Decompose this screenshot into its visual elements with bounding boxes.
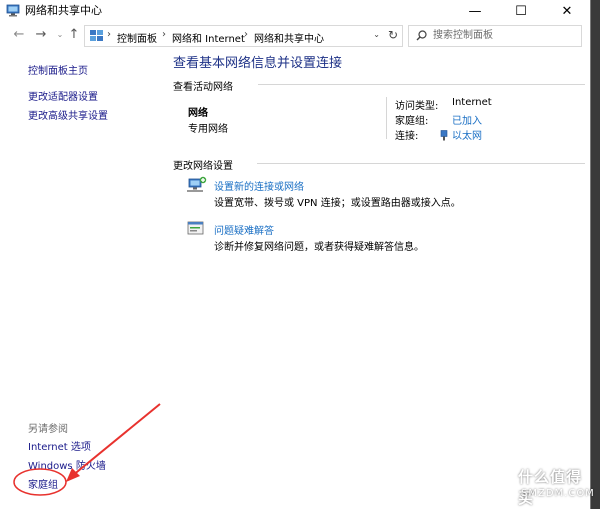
close-button[interactable]: ✕	[544, 0, 590, 22]
breadcrumb-separator-icon: ›	[107, 29, 111, 40]
troubleshoot-problems-desc: 诊断并修复网络问题，或者获得疑难解答信息。	[214, 242, 424, 253]
windows-firewall-link[interactable]: Windows 防火墙	[28, 457, 106, 472]
setup-new-connection-desc: 设置宽带、拨号或 VPN 连接；或设置路由器或接入点。	[214, 198, 461, 209]
title-bar[interactable]: 网络和共享中心 — ☐ ✕	[0, 0, 590, 22]
breadcrumb-separator-icon: ›	[162, 29, 166, 40]
section-divider	[257, 163, 585, 164]
new-connection-icon	[187, 176, 207, 192]
vertical-divider	[386, 97, 387, 139]
ethernet-label: 以太网	[452, 131, 482, 142]
forward-arrow-icon[interactable]: →	[33, 27, 49, 43]
desktop-background	[591, 0, 600, 509]
window-title: 网络和共享中心	[25, 4, 102, 17]
troubleshoot-icon	[187, 221, 204, 235]
internet-options-link[interactable]: Internet 选项	[28, 438, 91, 453]
breadcrumb-network-sharing-center[interactable]: 网络和共享中心	[254, 30, 324, 45]
control-panel-home-link[interactable]: 控制面板主页	[28, 62, 88, 77]
search-icon	[416, 30, 427, 41]
homegroup-label: 家庭组:	[395, 116, 429, 127]
connections-label: 连接:	[395, 131, 419, 142]
address-dropdown-icon[interactable]: ⌄	[373, 30, 380, 39]
network-type-link[interactable]: 专用网络	[188, 120, 228, 135]
ethernet-icon	[440, 130, 448, 141]
refresh-icon[interactable]: ↻	[388, 28, 398, 42]
maximize-button[interactable]: ☐	[498, 0, 544, 22]
address-bar[interactable]: › 控制面板 › 网络和 Internet › 网络和共享中心 ⌄ ↻	[84, 25, 403, 47]
page-title: 查看基本网络信息并设置连接	[173, 56, 343, 71]
see-also-label: 另请参阅	[28, 424, 68, 435]
left-pane: 控制面板主页 更改适配器设置 更改高级共享设置 另请参阅 Internet 选项…	[0, 50, 160, 509]
ethernet-connection-link[interactable]: 以太网	[440, 127, 482, 142]
change-advanced-sharing-link[interactable]: 更改高级共享设置	[28, 107, 108, 122]
homegroup-link[interactable]: 家庭组	[28, 476, 58, 491]
active-networks-label: 查看活动网络	[173, 82, 233, 93]
address-toolbar: ← → ⌄ ↑ › 控制面板 › 网络和 Internet › 网络和共享中心 …	[0, 24, 590, 48]
network-name: 网络	[188, 108, 208, 119]
homegroup-joined-link[interactable]: 已加入	[452, 112, 482, 127]
breadcrumb-network-internet[interactable]: 网络和 Internet	[172, 30, 245, 45]
main-pane: 查看基本网络信息并设置连接 查看活动网络 网络 专用网络 访问类型: Inter…	[173, 50, 590, 509]
up-arrow-icon[interactable]: ↑	[66, 27, 82, 43]
breadcrumb-control-panel[interactable]: 控制面板	[117, 30, 157, 45]
back-arrow-icon[interactable]: ←	[11, 27, 27, 43]
change-settings-label: 更改网络设置	[173, 161, 233, 172]
network-center-icon	[6, 4, 20, 17]
troubleshoot-problems-link[interactable]: 问题疑难解答	[214, 222, 274, 237]
section-divider	[258, 84, 585, 85]
control-panel-icon	[90, 30, 103, 41]
change-adapter-settings-link[interactable]: 更改适配器设置	[28, 88, 98, 103]
minimize-button[interactable]: —	[452, 0, 498, 22]
network-sharing-center-window: 网络和共享中心 — ☐ ✕ ← → ⌄ ↑ › 控制面板 › 网络和 Inter…	[0, 0, 591, 509]
setup-new-connection-link[interactable]: 设置新的连接或网络	[214, 178, 304, 193]
access-type-value: Internet	[452, 97, 492, 108]
search-input[interactable]	[433, 27, 573, 43]
access-type-label: 访问类型:	[395, 101, 439, 112]
search-box[interactable]	[408, 25, 582, 47]
breadcrumb-separator-icon: ›	[244, 29, 248, 40]
